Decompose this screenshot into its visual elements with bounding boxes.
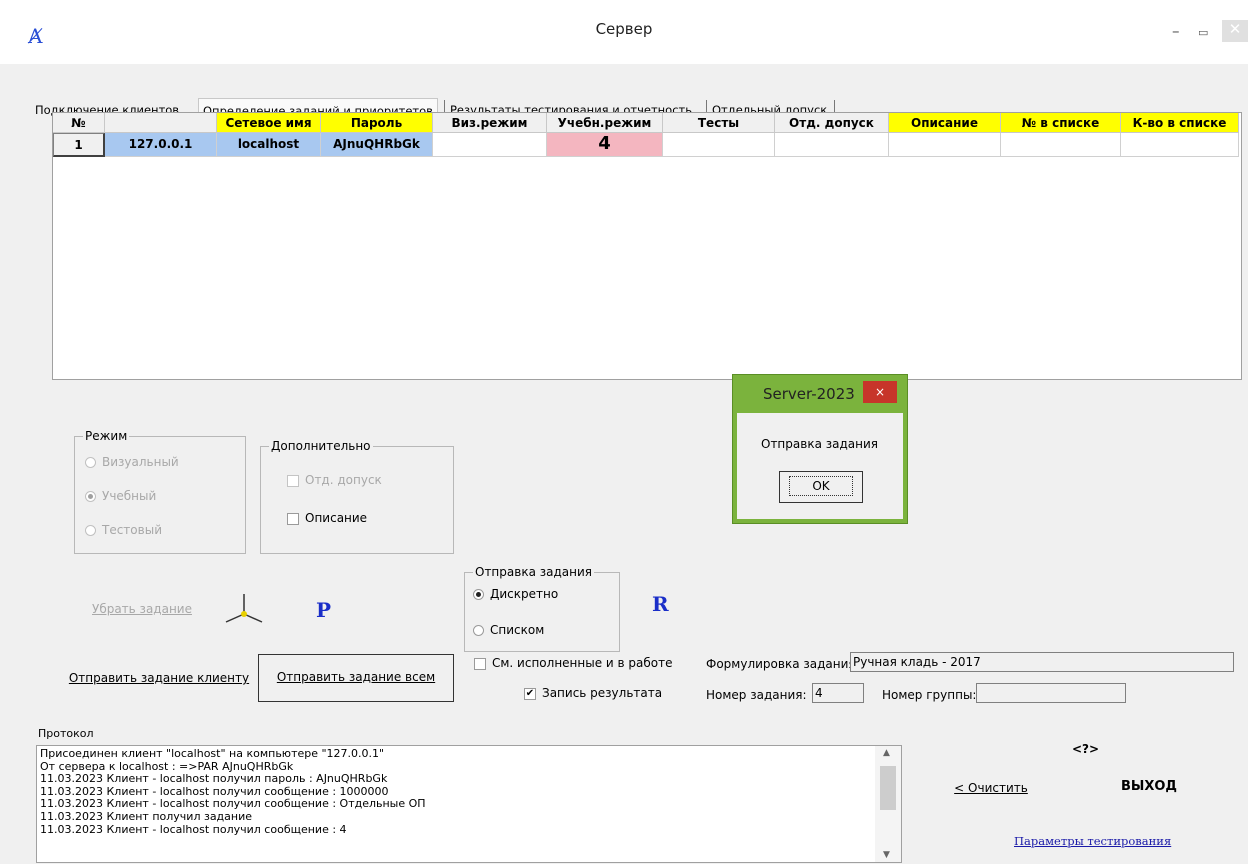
grid-header-description[interactable]: Описание: [889, 113, 1001, 133]
grid-cell-network-name[interactable]: localhost: [217, 133, 321, 157]
mode-visual-label: Визуальный: [102, 455, 179, 469]
grid-header-list-number[interactable]: № в списке: [1001, 113, 1121, 133]
checkbox-icon: [474, 657, 486, 670]
grid-cell-separate-access[interactable]: [775, 133, 889, 157]
log-line: Присоединен клиент "localhost" на компью…: [40, 747, 385, 760]
send-client-button[interactable]: Отправить задание клиенту: [64, 660, 254, 698]
radio-selected-icon: [85, 491, 96, 502]
propeller-icon[interactable]: [222, 590, 266, 626]
test-params-link[interactable]: Параметры тестирования: [1014, 834, 1171, 848]
clients-grid[interactable]: № Сетевое имя Пароль Виз.режим Учебн.реж…: [52, 112, 1242, 380]
log-line: 11.03.2023 Клиент - localhost получил со…: [40, 822, 347, 836]
grid-cell-description[interactable]: [889, 133, 1001, 157]
grid-header-ip[interactable]: [105, 113, 217, 133]
send-all-button[interactable]: Отправить задание всем: [258, 654, 454, 702]
minimize-button[interactable]: –: [1172, 22, 1180, 40]
log-scrollbar[interactable]: ▲ ▼: [875, 746, 901, 862]
scroll-down-icon[interactable]: ▼: [883, 850, 890, 860]
task-wording-label: Формулировка задания:: [706, 657, 860, 671]
send-discrete-radio[interactable]: Дискретно: [473, 587, 558, 601]
task-wording-field[interactable]: Ручная кладь - 2017: [850, 652, 1234, 672]
grid-header-network-name[interactable]: Сетевое имя: [217, 113, 321, 133]
send-group: Отправка задания Дискретно Списком: [464, 565, 620, 652]
remove-task-link[interactable]: Убрать задание: [92, 602, 192, 616]
mode-test-label: Тестовый: [102, 523, 162, 537]
grid-header-visual-mode[interactable]: Виз.режим: [433, 113, 547, 133]
dialog-ok-button[interactable]: OK: [779, 471, 863, 503]
grid-cell-tests[interactable]: [663, 133, 775, 157]
log-line: 11.03.2023 Клиент получил задание: [40, 809, 253, 823]
grid-header-password[interactable]: Пароль: [321, 113, 433, 133]
radio-icon: [473, 625, 484, 636]
radio-selected-icon: [473, 589, 484, 600]
scroll-up-icon[interactable]: ▲: [883, 748, 890, 758]
mode-test-radio[interactable]: Тестовый: [85, 523, 162, 537]
extra-group: Дополнительно Отд. допуск Описание: [260, 439, 454, 554]
grid-header-study-mode[interactable]: Учебн.режим: [547, 113, 663, 133]
mode-study-label: Учебный: [102, 489, 157, 503]
description-label: Описание: [305, 511, 368, 525]
group-number-label: Номер группы:: [882, 688, 977, 702]
help-button[interactable]: <?>: [1072, 742, 1099, 756]
send-group-title: Отправка задания: [473, 565, 594, 579]
grid-header-number[interactable]: №: [53, 113, 105, 133]
protocol-log[interactable]: Присоединен клиент "localhost" на компью…: [36, 745, 902, 863]
show-done-label: См. исполненные и в работе: [492, 656, 673, 670]
send-discrete-label: Дискретно: [490, 587, 559, 601]
grid-cell-visual-mode[interactable]: [433, 133, 547, 157]
checkmark-icon: ✔: [524, 687, 536, 700]
record-result-checkbox[interactable]: ✔ Запись результата: [524, 686, 662, 700]
maximize-button[interactable]: ▭: [1198, 26, 1208, 39]
dialog-title: Server-2023: [763, 385, 855, 403]
radio-icon: [85, 457, 96, 468]
separate-access-label: Отд. допуск: [305, 473, 382, 487]
dialog-message: Отправка задания: [761, 437, 878, 451]
send-list-radio[interactable]: Списком: [473, 623, 544, 637]
dialog-ok-label: OK: [789, 476, 853, 496]
window-title: Сервер: [595, 20, 653, 38]
exit-button[interactable]: ВЫХОД: [1078, 764, 1220, 812]
grid-cell-list-count[interactable]: [1121, 133, 1239, 157]
message-dialog: Server-2023 × Отправка задания OK: [732, 374, 908, 524]
mode-group: Режим Визуальный Учебный Тестовый: [74, 429, 246, 554]
extra-group-title: Дополнительно: [269, 439, 373, 453]
radio-icon: [85, 525, 96, 536]
scroll-thumb[interactable]: [880, 766, 896, 810]
mode-visual-radio[interactable]: Визуальный: [85, 455, 179, 469]
grid-header-separate-access[interactable]: Отд. допуск: [775, 113, 889, 133]
grid-row-number[interactable]: 1: [53, 133, 105, 157]
record-result-label: Запись результата: [542, 686, 663, 700]
task-number-label: Номер задания:: [706, 688, 807, 702]
grid-cell-password[interactable]: AJnuQHRbGk: [321, 133, 433, 157]
grid-cell-ip[interactable]: 127.0.0.1: [105, 133, 217, 157]
p-icon[interactable]: P: [316, 598, 331, 622]
grid-cell-study-mode[interactable]: 4: [547, 133, 663, 157]
grid-header-list-count[interactable]: К-во в списке: [1121, 113, 1239, 133]
mode-group-title: Режим: [83, 429, 130, 443]
mode-study-radio[interactable]: Учебный: [85, 489, 156, 503]
window-close-button[interactable]: ✕: [1222, 20, 1248, 42]
grid-header-tests[interactable]: Тесты: [663, 113, 775, 133]
task-number-field[interactable]: 4: [812, 683, 864, 703]
checkbox-icon: [287, 474, 299, 487]
r-icon[interactable]: R: [652, 592, 669, 616]
dialog-body: Отправка задания OK: [737, 413, 903, 519]
description-checkbox[interactable]: Описание: [287, 511, 367, 525]
protocol-group: Протокол Присоединен клиент "localhost" …: [36, 727, 904, 863]
dialog-close-button[interactable]: ×: [863, 381, 897, 403]
show-done-checkbox[interactable]: См. исполненные и в работе: [474, 656, 673, 670]
protocol-title: Протокол: [36, 727, 96, 740]
checkbox-icon: [287, 512, 299, 525]
group-number-field[interactable]: [976, 683, 1126, 703]
log-line: 11.03.2023 Клиент - localhost получил па…: [40, 772, 388, 786]
grid-cell-list-number[interactable]: [1001, 133, 1121, 157]
clear-button[interactable]: < Очистить: [936, 768, 1046, 810]
separate-access-checkbox[interactable]: Отд. допуск: [287, 473, 382, 487]
send-list-label: Списком: [490, 623, 545, 637]
